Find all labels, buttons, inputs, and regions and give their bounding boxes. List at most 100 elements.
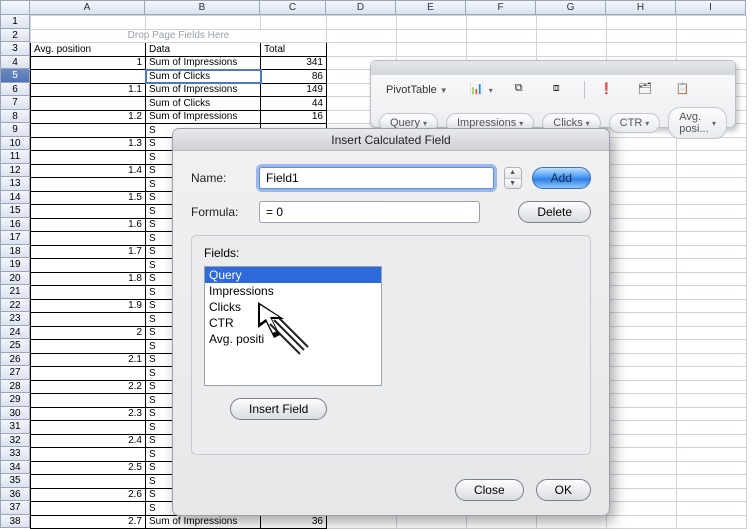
row-header[interactable]: 18: [0, 245, 30, 259]
cell[interactable]: [607, 245, 677, 259]
cell[interactable]: [677, 434, 747, 448]
cell[interactable]: [31, 286, 146, 300]
cell[interactable]: 1.6: [31, 218, 146, 232]
cell[interactable]: Data: [146, 43, 261, 57]
cell[interactable]: [677, 488, 747, 502]
formula-input[interactable]: [259, 201, 480, 223]
row-header[interactable]: 13: [0, 177, 30, 191]
cell[interactable]: 2.5: [31, 461, 146, 475]
toolbar-button-3[interactable]: ⧈: [546, 79, 576, 101]
cell[interactable]: 86: [261, 70, 327, 84]
row-header[interactable]: 27: [0, 366, 30, 380]
cell[interactable]: [677, 380, 747, 394]
list-item[interactable]: CTR: [205, 315, 381, 331]
row-header[interactable]: 1: [0, 15, 30, 29]
cell[interactable]: Sum of Impressions: [146, 83, 261, 97]
row-header[interactable]: 26: [0, 353, 30, 367]
cell[interactable]: [31, 448, 146, 462]
row-header[interactable]: 2: [0, 29, 30, 43]
col-header-A[interactable]: A: [30, 0, 145, 15]
row-header[interactable]: 7: [0, 96, 30, 110]
name-stepper[interactable]: ▲ ▼: [504, 167, 522, 189]
row-header[interactable]: 22: [0, 299, 30, 313]
col-header-C[interactable]: C: [260, 0, 326, 15]
cell[interactable]: [607, 488, 677, 502]
row-header[interactable]: 10: [0, 137, 30, 151]
cell[interactable]: [677, 43, 747, 57]
cell[interactable]: [607, 43, 677, 57]
cell[interactable]: [607, 367, 677, 381]
cell[interactable]: [607, 218, 677, 232]
row-header[interactable]: 12: [0, 164, 30, 178]
toolbar-drag-handle[interactable]: [371, 61, 735, 75]
cell[interactable]: [677, 326, 747, 340]
cell[interactable]: [31, 178, 146, 192]
cell[interactable]: [467, 29, 537, 43]
cell[interactable]: [607, 205, 677, 219]
cell[interactable]: [397, 29, 467, 43]
cell[interactable]: [397, 515, 467, 529]
toolbar-button-2[interactable]: ⧉: [508, 79, 538, 101]
cell[interactable]: [607, 164, 677, 178]
cell[interactable]: [537, 16, 607, 30]
row-header[interactable]: 36: [0, 488, 30, 502]
cell[interactable]: [31, 502, 146, 516]
pivottable-menu-button[interactable]: PivotTable ▼: [379, 81, 455, 99]
cell[interactable]: [607, 421, 677, 435]
cell[interactable]: 1.4: [31, 164, 146, 178]
pivottable-toolbar[interactable]: PivotTable ▼ 📊▾ ⧉ ⧈ ❗ 🗂 📋 Query▾Impressi…: [370, 60, 736, 128]
row-header[interactable]: 14: [0, 191, 30, 205]
cell[interactable]: [677, 232, 747, 246]
cell[interactable]: [397, 16, 467, 30]
row-header[interactable]: 6: [0, 83, 30, 97]
row-header[interactable]: 21: [0, 285, 30, 299]
cell[interactable]: [607, 178, 677, 192]
cell[interactable]: [31, 340, 146, 354]
cell[interactable]: 1.8: [31, 272, 146, 286]
cell[interactable]: [607, 448, 677, 462]
cell[interactable]: [677, 218, 747, 232]
row-header[interactable]: 29: [0, 393, 30, 407]
row-header[interactable]: 23: [0, 312, 30, 326]
row-header[interactable]: 38: [0, 515, 30, 529]
cell[interactable]: [327, 43, 397, 57]
cell[interactable]: [607, 380, 677, 394]
cell[interactable]: [397, 43, 467, 57]
cell[interactable]: [677, 340, 747, 354]
cell[interactable]: [607, 353, 677, 367]
cell[interactable]: [607, 272, 677, 286]
cell[interactable]: [677, 421, 747, 435]
cell[interactable]: [677, 461, 747, 475]
row-header[interactable]: 25: [0, 339, 30, 353]
toolbar-button-6[interactable]: 📋: [669, 79, 699, 101]
col-header-H[interactable]: H: [606, 0, 676, 15]
cell[interactable]: [677, 205, 747, 219]
cell[interactable]: 1.3: [31, 137, 146, 151]
cell[interactable]: [261, 16, 327, 30]
cell[interactable]: [31, 259, 146, 273]
cell[interactable]: [607, 394, 677, 408]
row-header[interactable]: 8: [0, 110, 30, 124]
cell[interactable]: [31, 421, 146, 435]
cell[interactable]: [607, 340, 677, 354]
stepper-down-icon[interactable]: ▼: [505, 179, 521, 189]
toolbar-button-5[interactable]: 🗂: [631, 79, 661, 101]
cell[interactable]: [677, 29, 747, 43]
cell[interactable]: [327, 16, 397, 30]
select-all-corner[interactable]: [0, 0, 30, 15]
cell[interactable]: [677, 286, 747, 300]
cell[interactable]: 341: [261, 56, 327, 70]
list-item[interactable]: Clicks: [205, 299, 381, 315]
cell[interactable]: [677, 313, 747, 327]
cell[interactable]: 2.1: [31, 353, 146, 367]
fields-listbox[interactable]: QueryImpressionsClicksCTRAvg. positi: [204, 266, 382, 386]
cell[interactable]: 44: [261, 97, 327, 111]
name-input[interactable]: [259, 167, 494, 189]
cell[interactable]: [537, 29, 607, 43]
cell[interactable]: [677, 367, 747, 381]
cell[interactable]: [607, 29, 677, 43]
cell[interactable]: [677, 137, 747, 151]
cell[interactable]: [677, 164, 747, 178]
cell[interactable]: Total: [261, 43, 327, 57]
row-header[interactable]: 9: [0, 123, 30, 137]
